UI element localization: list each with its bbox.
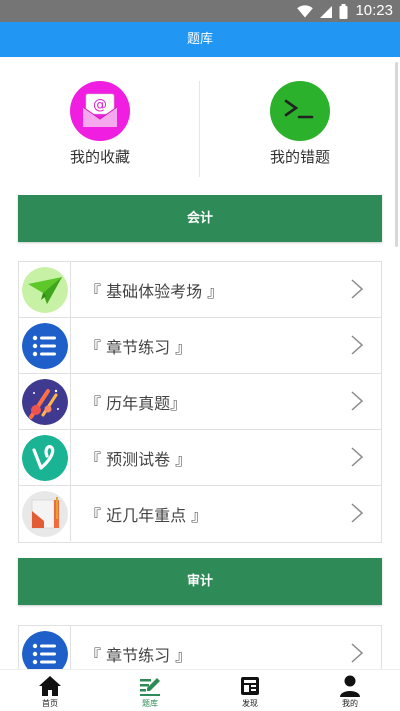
list-item[interactable]: 『 预测试卷 』 (19, 430, 381, 486)
edit-icon (140, 678, 160, 696)
section-accounting-button[interactable]: 会计 (18, 195, 382, 242)
list-item-label: 『 历年真题』 (85, 394, 187, 413)
person-icon (340, 675, 360, 697)
home-icon (39, 676, 61, 696)
list-icon (22, 323, 68, 369)
svg-text:@: @ (93, 97, 107, 113)
wrong-questions-button[interactable]: 我的错题 (200, 81, 400, 167)
bottom-tab-bar: 首页 题库 发现 我的 (0, 669, 400, 711)
signal-icon (320, 5, 332, 18)
chevron-right-icon (351, 335, 363, 355)
mail-at-icon: @ (70, 81, 130, 141)
tab-mine[interactable]: 我的 (300, 670, 400, 711)
tab-label: 我的 (342, 699, 358, 708)
section-title: 会计 (186, 211, 213, 226)
chevron-right-icon (351, 503, 363, 523)
audit-list: 『 章节练习 』 (18, 625, 382, 669)
app-bar: 题库 (0, 22, 400, 57)
list-item-label: 『 章节练习 』 (85, 338, 192, 357)
page-title: 题库 (186, 32, 213, 47)
tab-label: 首页 (42, 699, 58, 708)
chevron-right-icon (351, 279, 363, 299)
vine-icon (22, 435, 68, 481)
section-audit-button[interactable]: 审计 (18, 558, 382, 605)
news-icon (241, 677, 259, 695)
tab-label: 题库 (142, 699, 158, 708)
list-item[interactable]: 『 近几年重点 』 (19, 486, 381, 542)
battery-icon (339, 4, 348, 19)
status-bar: 10:23 (0, 0, 400, 22)
meteor-icon (22, 379, 68, 425)
favorites-button[interactable]: @ 我的收藏 (0, 81, 200, 167)
tab-question-bank[interactable]: 题库 (100, 670, 200, 711)
list-item[interactable]: 『 历年真题』 (19, 374, 381, 430)
list-icon (22, 631, 68, 669)
status-time: 10:23 (355, 2, 393, 19)
list-item-label: 『 预测试卷 』 (85, 450, 192, 469)
accounting-list: 『 基础体验考场 』 『 章节练习 』 『 历年真题』 『 预测试卷 』 『 近… (18, 261, 382, 543)
list-item[interactable]: 『 章节练习 』 (19, 318, 381, 374)
chevron-right-icon (351, 391, 363, 411)
wifi-icon (297, 5, 313, 18)
terminal-icon (270, 81, 330, 141)
tab-label: 发现 (242, 699, 258, 708)
list-item-label: 『 近几年重点 』 (85, 506, 208, 525)
tab-home[interactable]: 首页 (0, 670, 100, 711)
list-item-label: 『 章节练习 』 (85, 646, 192, 665)
shortcut-row: @ 我的收藏 我的错题 (0, 57, 400, 192)
list-item-label: 『 基础体验考场 』 (85, 282, 224, 301)
list-item[interactable]: 『 基础体验考场 』 (19, 262, 381, 318)
paper-plane-icon (22, 267, 68, 313)
notebook-icon (22, 491, 68, 537)
chevron-right-icon (351, 447, 363, 467)
tab-discover[interactable]: 发现 (200, 670, 300, 711)
section-title: 审计 (186, 574, 213, 589)
chevron-right-icon (351, 643, 363, 663)
favorites-label: 我的收藏 (69, 148, 130, 166)
wrong-questions-label: 我的错题 (269, 148, 330, 166)
list-item[interactable]: 『 章节练习 』 (19, 626, 381, 669)
